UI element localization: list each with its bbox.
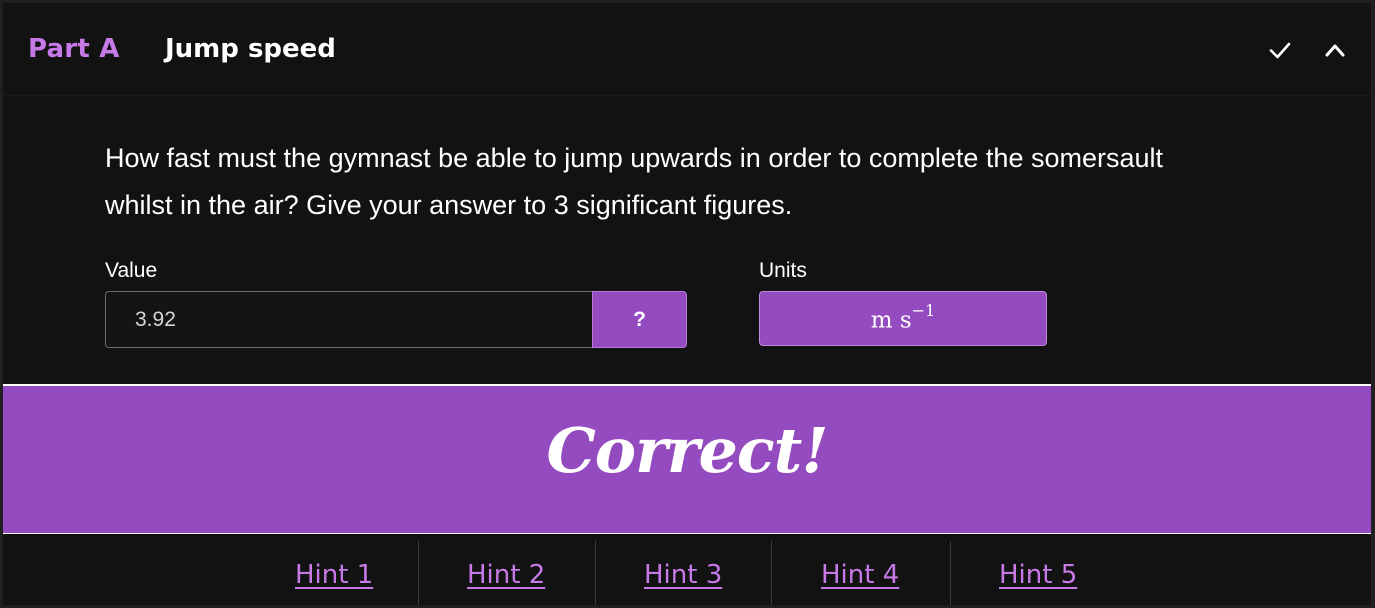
hint-3-link[interactable]: Hint 3 [644, 560, 722, 590]
feedback-banner: Correct! [3, 384, 1371, 534]
chevron-up-icon[interactable] [1321, 36, 1349, 64]
hint-bar: Hint 1 Hint 2 Hint 3 Hint 4 Hint 5 [3, 534, 1371, 605]
correct-message: Correct! [546, 414, 828, 487]
value-label: Value [105, 259, 158, 282]
hint-5-link[interactable]: Hint 5 [999, 560, 1077, 590]
part-header[interactable]: Part A Jump speed [3, 3, 1371, 96]
part-title: Jump speed [165, 34, 336, 64]
hint-divider [595, 541, 596, 605]
hint-4-link[interactable]: Hint 4 [821, 560, 899, 590]
hint-divider [771, 541, 772, 605]
hint-1-link[interactable]: Hint 1 [295, 560, 373, 590]
hint-divider [950, 541, 951, 605]
units-select-button[interactable]: m s−1 [759, 291, 1047, 346]
part-label: Part A [28, 34, 120, 64]
hint-2-link[interactable]: Hint 2 [467, 560, 545, 590]
value-help-button[interactable]: ? [592, 291, 687, 348]
units-label: Units [759, 259, 807, 282]
hint-divider [418, 541, 419, 605]
question-text: How fast must the gymnast be able to jum… [105, 143, 1164, 220]
check-icon [1266, 36, 1294, 64]
value-input[interactable] [105, 291, 592, 348]
unit-exponent: −1 [911, 300, 936, 320]
unit-base: m s [870, 307, 912, 334]
question-panel: Part A Jump speed How fast must the gymn… [0, 0, 1375, 608]
